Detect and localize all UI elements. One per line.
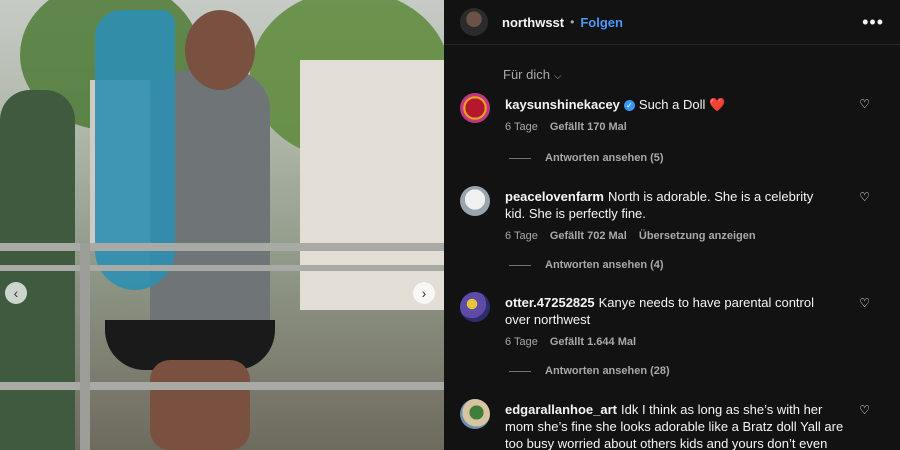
commenter-avatar[interactable] <box>460 399 490 429</box>
comment-likes[interactable]: Gefällt 170 Mal <box>550 121 627 133</box>
commenter-avatar[interactable] <box>460 93 490 123</box>
comment-item: edgarallanhoe_art Idk I think as long as … <box>460 399 880 450</box>
view-replies-button[interactable]: Antworten ansehen (28) <box>509 365 670 377</box>
comment-body: peacelovenfarm North is adorable. She is … <box>505 188 835 245</box>
more-options-icon[interactable]: ••• <box>862 12 884 33</box>
comment-body: edgarallanhoe_art Idk I think as long as … <box>505 401 850 450</box>
replies-divider-line <box>509 157 531 159</box>
commenter-username[interactable]: edgarallanhoe_art <box>505 402 617 417</box>
comment-time: 6 Tage <box>505 230 538 242</box>
verified-badge-icon: ✓ <box>623 100 635 111</box>
photo-building <box>300 60 444 310</box>
photo-railing-post <box>80 243 90 450</box>
photo-subject-face <box>185 10 255 90</box>
post-photo[interactable]: ‹ › <box>0 0 444 450</box>
commenter-username[interactable]: kaysunshinekacey <box>505 97 620 112</box>
view-replies-label: Antworten ansehen (28) <box>545 365 670 377</box>
replies-divider-line <box>509 370 531 372</box>
view-replies-button[interactable]: Antworten ansehen (4) <box>509 259 664 271</box>
like-heart-icon[interactable]: ♡ <box>859 97 870 111</box>
comment-item: peacelovenfarm North is adorable. She is … <box>460 186 880 276</box>
comment-item: kaysunshinekacey ✓ Such a Doll ❤️ 6 Tage Ge… <box>460 93 880 173</box>
comment-likes[interactable]: Gefällt 1.644 Mal <box>550 336 636 348</box>
comment-meta: 6 Tage Gefällt 1.644 Mal <box>505 334 835 351</box>
chevron-right-icon: › <box>421 285 427 301</box>
comment-meta: 6 Tage Gefällt 170 Mal <box>505 119 835 136</box>
author-username[interactable]: northwsst <box>502 15 564 30</box>
comment-body: kaysunshinekacey ✓ Such a Doll ❤️ 6 Tage Ge… <box>505 96 835 136</box>
comment-item: otter.47252825 Kanye needs to have parent… <box>460 292 880 382</box>
replies-divider-line <box>509 264 531 266</box>
red-heart-emoji: ❤️ <box>709 97 726 112</box>
post-header: northwsst • Folgen ••• <box>444 0 900 45</box>
follow-button[interactable]: Folgen <box>580 15 623 30</box>
comment-likes[interactable]: Gefällt 702 Mal <box>550 230 627 242</box>
photo-prev-button[interactable]: ‹ <box>5 282 27 304</box>
photo-railing <box>0 265 444 271</box>
separator-dot: • <box>570 15 575 29</box>
comment-body: otter.47252825 Kanye needs to have parent… <box>505 294 835 351</box>
author-avatar[interactable] <box>460 8 488 36</box>
chevron-left-icon: ‹ <box>13 285 19 301</box>
photo-railing <box>0 243 444 251</box>
translate-link[interactable]: Übersetzung anzeigen <box>639 230 756 242</box>
commenter-username[interactable]: otter.47252825 <box>505 295 595 310</box>
comment-text: Such a Doll <box>638 97 706 112</box>
like-heart-icon[interactable]: ♡ <box>859 296 870 310</box>
photo-next-button[interactable]: › <box>413 282 435 304</box>
commenter-avatar[interactable] <box>460 292 490 322</box>
commenter-username[interactable]: peacelovenfarm <box>505 189 604 204</box>
commenter-avatar[interactable] <box>460 186 490 216</box>
comments-panel: northwsst • Folgen ••• Für dich ⌵ kaysuns… <box>444 0 900 450</box>
view-replies-label: Antworten ansehen (4) <box>545 259 664 271</box>
photo-railing <box>0 382 444 390</box>
chevron-down-icon: ⌵ <box>553 71 562 82</box>
like-heart-icon[interactable]: ♡ <box>859 190 870 204</box>
photo-subject-legs <box>150 360 250 450</box>
comments-sort-dropdown[interactable]: Für dich ⌵ <box>503 67 562 82</box>
view-replies-button[interactable]: Antworten ansehen (5) <box>509 152 664 164</box>
view-replies-label: Antworten ansehen (5) <box>545 152 664 164</box>
comment-meta: 6 Tage Gefällt 702 Mal Übersetzung anzeige… <box>505 228 835 245</box>
comment-time: 6 Tage <box>505 121 538 133</box>
comment-time: 6 Tage <box>505 336 538 348</box>
comments-sort-label: Für dich <box>503 67 550 82</box>
like-heart-icon[interactable]: ♡ <box>859 403 870 417</box>
